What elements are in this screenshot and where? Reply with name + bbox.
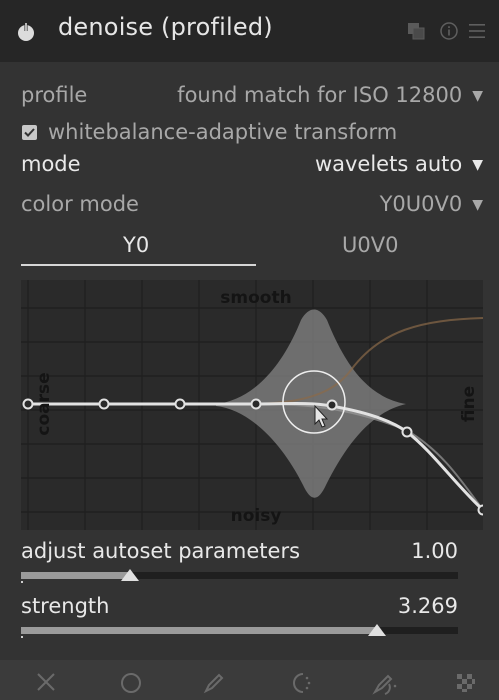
graph-label-right: fine [459, 386, 479, 422]
module-header: denoise (profiled) [0, 0, 499, 62]
raster-mask-icon[interactable] [455, 672, 477, 694]
blend-mode-bar [0, 660, 499, 700]
slider-fill [21, 627, 377, 634]
drawn-parametric-mask-icon[interactable] [371, 672, 399, 696]
color-mode-label: color mode [21, 192, 139, 216]
slider-label: strength [21, 594, 110, 618]
graph-label-bottom: noisy [231, 506, 282, 526]
slider-default-marker [21, 636, 23, 638]
drawn-mask-icon[interactable] [203, 672, 225, 694]
mode-value[interactable]: wavelets auto ▼ [315, 152, 483, 176]
whitebalance-checkbox[interactable] [22, 125, 37, 140]
profile-value[interactable]: found match for ISO 12800 ▼ [177, 83, 483, 107]
profile-value-text: found match for ISO 12800 [177, 83, 463, 107]
module-title: denoise (profiled) [58, 13, 273, 41]
slider-handle[interactable] [368, 624, 386, 636]
mode-value-text: wavelets auto [314, 152, 463, 176]
checkmark-icon [24, 128, 35, 137]
curve-node [22, 398, 34, 410]
slider-track[interactable] [21, 572, 458, 579]
whitebalance-label: whitebalance-adaptive transform [48, 120, 398, 144]
slider-handle[interactable] [121, 569, 139, 581]
active-tab-indicator [21, 264, 256, 266]
color-mode-value[interactable]: Y0U0V0 ▼ [380, 192, 483, 216]
color-mode-value-text: Y0U0V0 [379, 192, 463, 216]
curve-node [250, 398, 262, 410]
slider-value: 3.269 [397, 594, 458, 618]
presets-icon[interactable] [407, 22, 425, 40]
mode-label: mode [21, 152, 81, 176]
slider-fill [21, 572, 130, 579]
info-icon[interactable] [440, 22, 458, 40]
dropdown-arrow-icon: ▼ [472, 197, 483, 213]
curve-node [477, 504, 483, 516]
tab-y0[interactable]: Y0 [123, 233, 149, 257]
dropdown-arrow-icon: ▼ [472, 88, 483, 104]
slider-value: 1.00 [411, 539, 458, 563]
slider-default-marker [21, 581, 23, 583]
tab-u0v0[interactable]: U0V0 [342, 233, 398, 257]
graph-label-left: coarse [34, 372, 54, 435]
slider-label: adjust autoset parameters [21, 539, 301, 563]
denoise-curve-graph[interactable]: smooth noisy coarse fine [21, 280, 483, 530]
profile-label: profile [21, 83, 88, 107]
menu-icon[interactable] [468, 22, 486, 40]
curve-node [401, 426, 413, 438]
uniform-blend-icon[interactable] [120, 672, 142, 694]
curve-node [98, 398, 110, 410]
curve-node [174, 398, 186, 410]
graph-label-top: smooth [220, 288, 291, 308]
dropdown-arrow-icon: ▼ [472, 157, 483, 173]
slider-track[interactable] [21, 627, 458, 634]
blend-off-icon[interactable] [36, 672, 56, 692]
power-icon[interactable] [14, 20, 38, 44]
parametric-mask-icon[interactable] [288, 672, 314, 694]
curve-node [326, 399, 338, 411]
